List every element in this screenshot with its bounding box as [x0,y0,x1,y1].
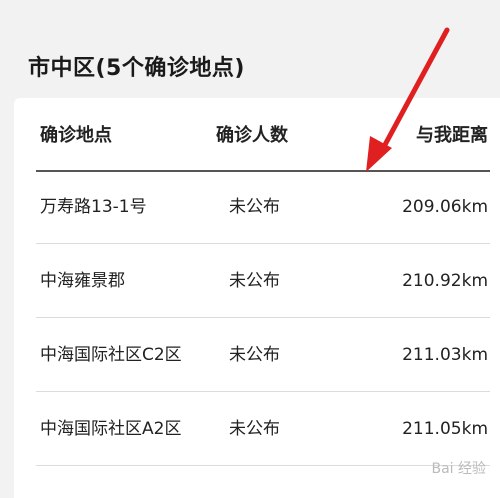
table-row[interactable]: 中海国际社区A2区 未公布 211.05km [36,392,490,466]
header-distance: 与我距离 [416,125,488,146]
table-row[interactable]: 万寿路13-1号 未公布 209.06km [36,170,490,244]
row-count: 未公布 [229,270,280,291]
row-place: 中海雍景郡 [40,270,125,291]
table-row[interactable]: 中海国际社区C2区 未公布 211.03km [36,318,490,392]
cases-table-card: 确诊地点 确诊人数 与我距离 万寿路13-1号 未公布 209.06km 中海雍… [14,98,500,498]
row-count: 未公布 [229,196,280,217]
row-place: 中海国际社区C2区 [40,344,182,365]
table-header-row: 确诊地点 确诊人数 与我距离 [36,98,490,172]
table-row[interactable]: 中海雍景郡 未公布 210.92km [36,244,490,318]
row-count: 未公布 [229,418,280,439]
row-place: 中海国际社区A2区 [40,418,182,439]
row-count: 未公布 [229,344,280,365]
section-title: 市中区(5个确诊地点) [28,56,245,81]
row-place: 万寿路13-1号 [40,196,147,217]
row-distance: 209.06km [402,196,488,217]
header-count: 确诊人数 [216,125,288,146]
row-distance: 211.03km [402,344,488,365]
row-distance: 210.92km [402,270,488,291]
row-distance: 211.05km [402,418,488,439]
header-place: 确诊地点 [40,125,112,146]
watermark: Bai 经验 [431,461,486,477]
